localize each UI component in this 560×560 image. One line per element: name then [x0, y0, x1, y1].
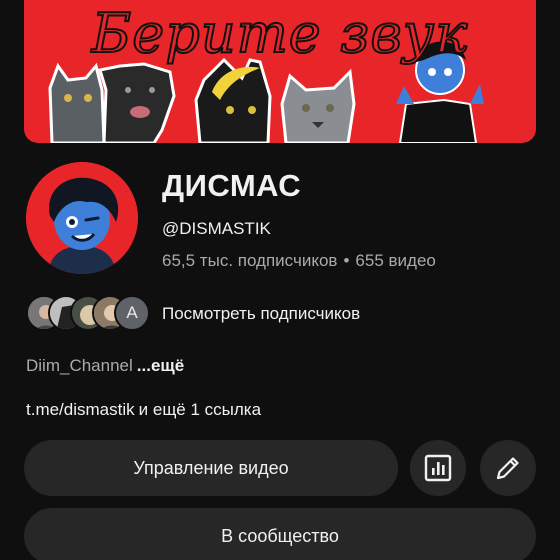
subscriber-avatars: A	[26, 295, 150, 331]
channel-links[interactable]: t.me/dismastik и ещё 1 ссылка	[26, 400, 261, 420]
channel-link-url[interactable]: t.me/dismastik	[26, 400, 135, 419]
avatar-artwork	[26, 162, 138, 274]
edit-channel-button[interactable]	[480, 440, 536, 496]
stats-separator: •	[343, 251, 350, 270]
community-button[interactable]: В сообщество	[24, 508, 536, 560]
cat-black-banana	[194, 57, 272, 143]
video-count: 655 видео	[355, 251, 436, 270]
description-text: Diim_Channel	[26, 356, 133, 375]
cat-gray-right	[280, 68, 356, 143]
channel-avatar[interactable]	[26, 162, 138, 274]
dog-black	[98, 62, 176, 143]
channel-banner: Берите звук	[24, 0, 536, 143]
view-subscribers-link[interactable]: Посмотреть подписчиков	[162, 304, 360, 324]
channel-name: ДИСМАС	[162, 168, 302, 203]
analytics-icon	[424, 454, 452, 482]
channel-description[interactable]: Diim_Channel ...ещё	[26, 356, 184, 376]
subscriber-avatar-letter: A	[114, 295, 150, 331]
banner-title: Берите звук	[91, 1, 469, 66]
manage-videos-button[interactable]: Управление видео	[24, 440, 398, 496]
channel-stats: 65,5 тыс. подписчиков • 655 видео	[162, 251, 436, 271]
cat-gray-left	[48, 62, 106, 143]
channel-handle: @DISMASTIK	[162, 219, 271, 238]
channel-link-more[interactable]: и ещё 1 ссылка	[139, 400, 261, 419]
subscriber-count: 65,5 тыс. подписчиков	[162, 251, 338, 270]
analytics-button[interactable]	[410, 440, 466, 496]
subscribers-preview[interactable]: A	[26, 295, 150, 331]
pencil-icon	[496, 457, 519, 480]
description-more-link[interactable]: ...ещё	[137, 356, 184, 375]
